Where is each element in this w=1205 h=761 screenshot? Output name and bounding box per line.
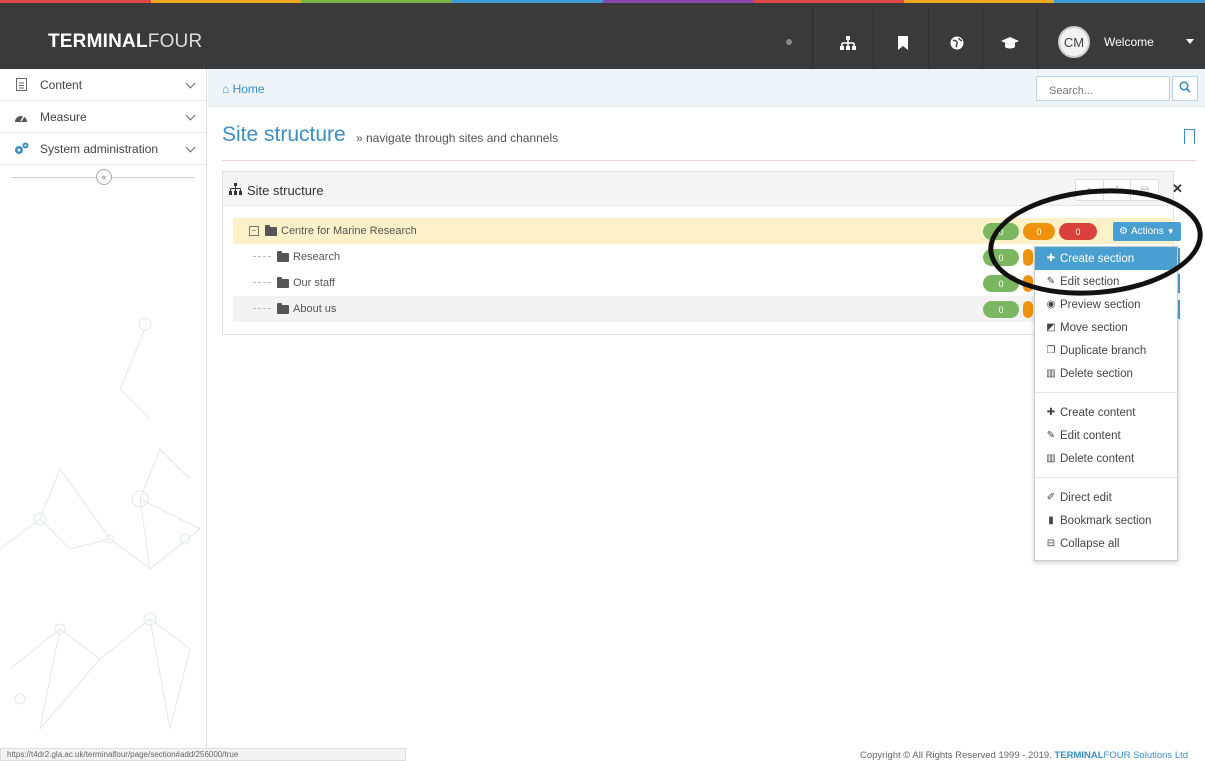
- user-avatar[interactable]: CM: [1058, 26, 1090, 58]
- menu-item-bookmark-section[interactable]: ▮ Bookmark section: [1035, 509, 1177, 532]
- panel-title: Site structure: [247, 183, 324, 198]
- main-content: ⌂ Home Site structure » navigate through…: [208, 69, 1205, 761]
- panel-header: Site structure ● ♙ ▤: [223, 172, 1173, 206]
- collapse-node-icon[interactable]: −: [249, 226, 259, 236]
- footer-copyright: Copyright © All Rights Reserved 1999 - 2…: [860, 750, 1189, 761]
- eye-icon: ◉: [1046, 299, 1056, 310]
- sitemap-icon[interactable]: [823, 17, 873, 69]
- tree-node-label[interactable]: About us: [293, 303, 336, 315]
- fullscreen-toggle-icon[interactable]: ✕: [1172, 181, 1183, 197]
- footer-brand-link[interactable]: TERMINALFOUR Solutions Ltd: [1054, 750, 1188, 761]
- menu-divider: [1035, 477, 1177, 478]
- tree-node-label[interactable]: Our staff: [293, 277, 335, 289]
- folder-open-icon: [265, 225, 277, 236]
- sidebar: Content Measure System administration «: [0, 69, 207, 761]
- menu-item-edit-content[interactable]: ✎ Edit content: [1035, 424, 1177, 447]
- globe-icon[interactable]: [932, 17, 982, 69]
- menu-item-direct-edit[interactable]: ✐ Direct edit: [1035, 486, 1177, 509]
- sidebar-collapse-row: «: [0, 165, 206, 189]
- welcome-menu-label[interactable]: Welcome: [1104, 35, 1154, 49]
- pencil-icon: ✐: [1046, 492, 1056, 503]
- top-navbar: TERMINALFOUR CM Welcome: [0, 3, 1205, 72]
- sidebar-item-system-administration[interactable]: System administration: [0, 133, 206, 165]
- menu-item-create-content[interactable]: ✚ Create content: [1035, 401, 1177, 424]
- menu-item-move-section[interactable]: ◩ Move section: [1035, 316, 1177, 339]
- tree-node-label[interactable]: Centre for Marine Research: [281, 225, 417, 237]
- menu-item-collapse-all[interactable]: ⊟ Collapse all: [1035, 532, 1177, 555]
- terminalfour-logo[interactable]: TERMINALFOUR: [48, 31, 202, 53]
- breadcrumb-bar: ⌂ Home: [208, 69, 1205, 107]
- sidebar-item-label: System administration: [40, 141, 159, 156]
- count-badge: 0: [983, 301, 1019, 318]
- breadcrumb-home-link[interactable]: ⌂ Home: [222, 82, 265, 96]
- count-badge-partial: [1023, 301, 1033, 318]
- sitemap-icon: [229, 183, 242, 195]
- graduation-cap-icon[interactable]: [985, 17, 1035, 69]
- collapse-sidebar-button[interactable]: «: [96, 169, 112, 185]
- search-button[interactable]: [1172, 76, 1198, 101]
- bookmark-icon[interactable]: [878, 17, 928, 69]
- chevron-down-icon: [185, 78, 196, 89]
- network-background-graphic: [0, 317, 201, 731]
- menu-divider: [1035, 392, 1177, 393]
- cogs-icon: [12, 142, 30, 156]
- search-input[interactable]: [1036, 76, 1170, 101]
- chevron-down-icon: [185, 110, 196, 121]
- trash-icon: ▥: [1046, 368, 1056, 379]
- sidebar-item-content[interactable]: Content: [0, 69, 206, 101]
- sidebar-item-measure[interactable]: Measure: [0, 101, 206, 133]
- bookmark-icon: ▮: [1048, 515, 1054, 526]
- search-icon: [1179, 81, 1191, 96]
- user-menu-caret-icon[interactable]: [1186, 39, 1194, 44]
- plus-icon: ✚: [1046, 407, 1056, 418]
- bookmark-page-icon[interactable]: [1184, 129, 1195, 144]
- document-icon: [12, 78, 30, 92]
- folder-icon: [277, 303, 289, 314]
- folder-icon: [277, 277, 289, 288]
- menu-item-preview-section[interactable]: ◉ Preview section: [1035, 293, 1177, 316]
- folder-icon: [277, 251, 289, 262]
- browser-status-url: https://t4dr2.gla.ac.uk/terminalfour/pag…: [0, 748, 406, 761]
- page-subtitle: » navigate through sites and channels: [356, 131, 559, 145]
- menu-item-delete-section[interactable]: ▥ Delete section: [1035, 362, 1177, 385]
- duplicate-icon: ❐: [1046, 345, 1056, 356]
- collapse-icon: ⊟: [1046, 538, 1056, 549]
- move-icon: ◩: [1046, 322, 1056, 333]
- status-dot-icon: [786, 39, 792, 45]
- sidebar-item-label: Content: [40, 77, 83, 92]
- trash-icon: ▥: [1046, 453, 1056, 464]
- page-title: Site structure: [222, 123, 346, 146]
- divider: [222, 160, 1196, 161]
- menu-item-delete-content[interactable]: ▥ Delete content: [1035, 447, 1177, 470]
- tree-node-label[interactable]: Research: [293, 251, 340, 263]
- sidebar-item-label: Measure: [40, 109, 87, 124]
- dashboard-icon: [12, 110, 30, 124]
- chevron-down-icon: [185, 142, 196, 153]
- menu-item-duplicate-branch[interactable]: ❐ Duplicate branch: [1035, 339, 1177, 362]
- home-icon: ⌂: [222, 82, 230, 96]
- edit-icon: ✎: [1046, 430, 1056, 441]
